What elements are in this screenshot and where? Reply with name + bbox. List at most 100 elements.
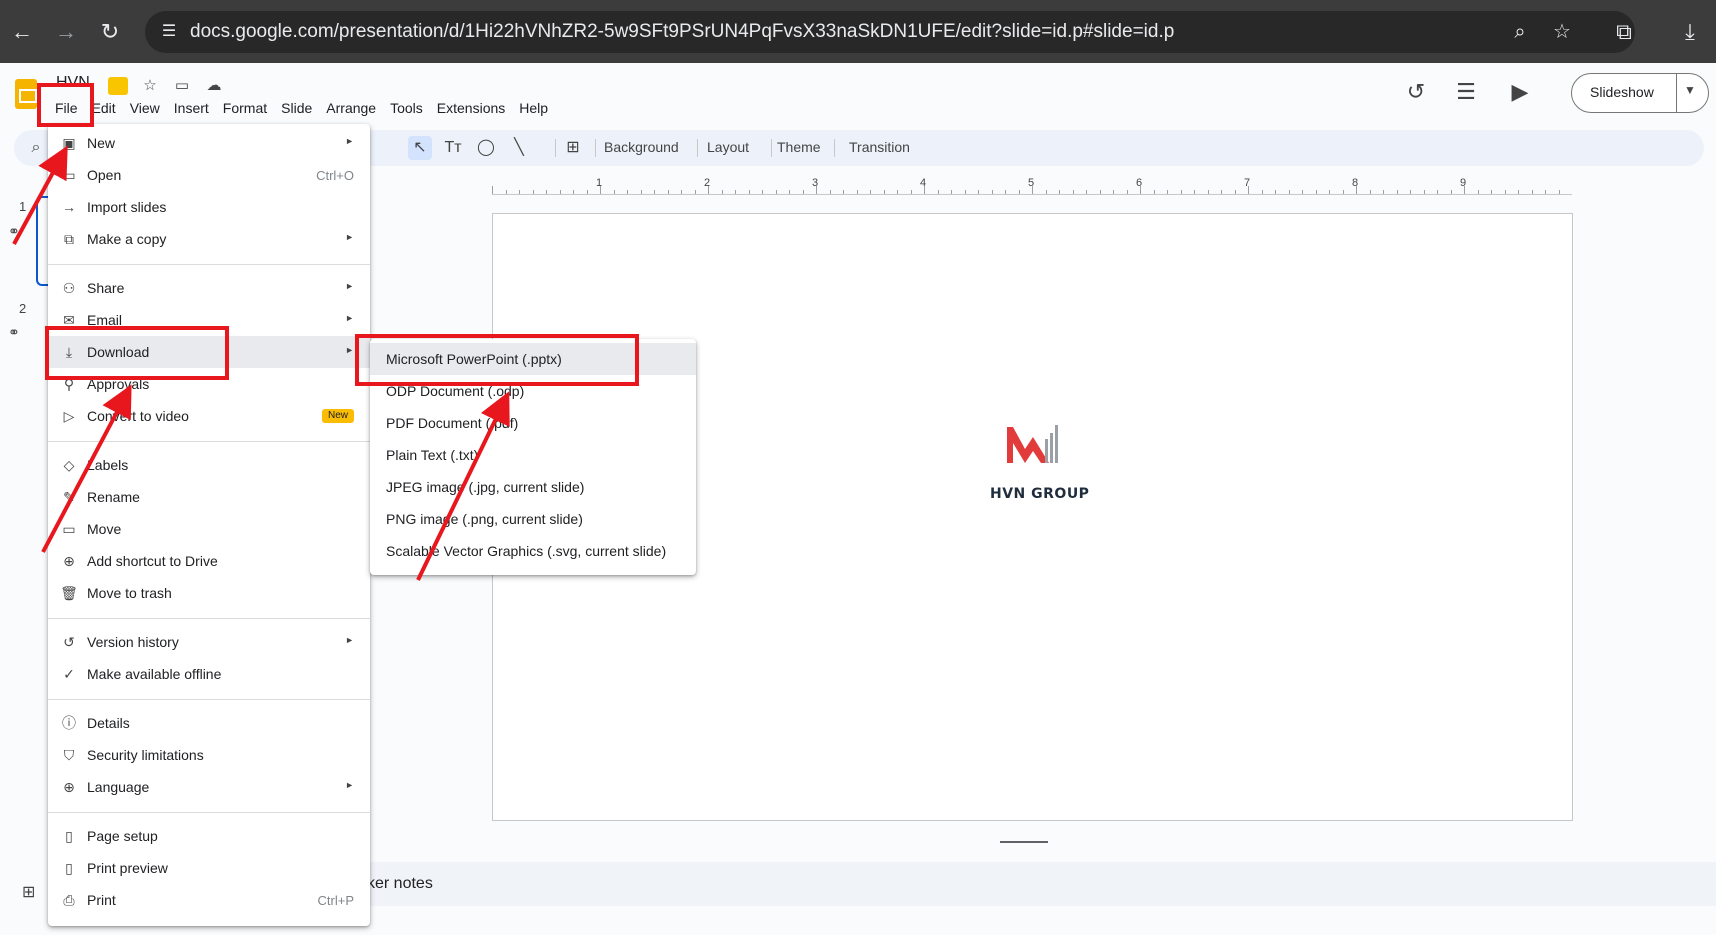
menu-item-print-preview[interactable]: ▯ Print preview (48, 852, 370, 884)
address-bar[interactable]: ☰ docs.google.com/presentation/d/1Hi22hV… (145, 11, 1635, 53)
menu-item-version-history[interactable]: ↺ Version history ► (48, 626, 370, 658)
speaker-notes-area[interactable] (338, 862, 1716, 906)
ruler-tick (1288, 190, 1290, 194)
ruler-tick (951, 190, 952, 194)
download-pdf[interactable]: PDF Document (.pdf) (370, 407, 696, 439)
menu-format[interactable]: Format (216, 97, 274, 119)
bookmark-star-icon[interactable]: ☆ (1549, 19, 1575, 45)
copy-icon: ⧉ (64, 231, 74, 247)
menu-view[interactable]: View (123, 97, 167, 119)
move-folder-icon[interactable]: ▭ (172, 77, 192, 95)
theme-button[interactable]: Theme (777, 139, 821, 155)
ruler-tick (1356, 186, 1357, 194)
globe-icon: ⊕ (63, 779, 75, 795)
menu-divider (48, 441, 370, 442)
background-button[interactable]: Background (604, 139, 679, 155)
ruler-tick (1099, 190, 1101, 194)
menu-item-rename[interactable]: ✎ Rename (48, 481, 370, 513)
speaker-notes-label[interactable]: ker notes (367, 875, 433, 893)
menu-item-label: New (87, 135, 116, 151)
shape-icon[interactable]: ◯ (474, 136, 498, 160)
ruler-tick (883, 190, 885, 194)
meet-camera-icon[interactable]: ▶ (1505, 77, 1535, 107)
download-png[interactable]: PNG image (.png, current slide) (370, 503, 696, 535)
horizontal-ruler: 1 2 3 4 5 6 7 8 9 (492, 175, 1572, 195)
version-history-icon[interactable]: ↺ (1401, 77, 1431, 107)
menu-item-make-copy[interactable]: ⧉ Make a copy ► (48, 223, 370, 255)
slide-thumbnail-1[interactable] (36, 196, 48, 286)
menu-item-print[interactable]: ⎙ Print Ctrl+P (48, 884, 370, 916)
grid-view-icon[interactable]: ⊞ (22, 882, 40, 901)
forward-icon[interactable]: → (52, 18, 80, 46)
menu-item-label: Labels (87, 457, 129, 473)
download-svg[interactable]: Scalable Vector Graphics (.svg, current … (370, 535, 696, 567)
star-icon[interactable]: ☆ (140, 77, 160, 95)
textbox-icon[interactable]: Tт (441, 136, 465, 160)
ruler-tick (667, 190, 669, 194)
zoom-icon[interactable]: ⌕ (1507, 19, 1533, 45)
reload-icon[interactable]: ↻ (96, 18, 124, 46)
notes-resize-handle[interactable] (1000, 841, 1048, 843)
line-icon[interactable]: ╲ (507, 136, 531, 160)
toolbar-divider (555, 139, 556, 157)
menu-insert[interactable]: Insert (167, 97, 216, 119)
menu-item-label: Page setup (87, 828, 158, 844)
hvn-logo (1007, 425, 1058, 463)
menu-item-details[interactable]: ⓘ Details (48, 707, 370, 739)
toolbar-divider (771, 139, 772, 157)
menu-tools[interactable]: Tools (383, 97, 430, 119)
menu-item-import-slides[interactable]: → Import slides (48, 191, 370, 223)
search-menus-icon[interactable]: ⌕ (24, 136, 48, 160)
cloud-status-icon[interactable]: ☁ (204, 77, 224, 95)
logo-red-mark (1007, 427, 1049, 463)
menu-item-add-shortcut[interactable]: ⊕ Add shortcut to Drive (48, 545, 370, 577)
url-text[interactable]: docs.google.com/presentation/d/1Hi22hVNh… (190, 21, 1174, 43)
menu-item-language[interactable]: ⊕ Language ► (48, 771, 370, 803)
download-txt[interactable]: Plain Text (.txt) (370, 439, 696, 471)
menu-bar: File Edit View Insert Format Slide Arran… (48, 97, 555, 119)
menu-item-move[interactable]: ▭ Move (48, 513, 370, 545)
submenu-arrow-icon: ► (345, 136, 354, 146)
chevron-down-icon[interactable]: ▼ (1684, 83, 1696, 97)
ruler-tick (1113, 190, 1114, 194)
menu-extensions[interactable]: Extensions (430, 97, 512, 119)
back-icon[interactable]: ← (8, 18, 36, 46)
import-icon: → (62, 199, 76, 215)
menu-arrange[interactable]: Arrange (319, 97, 383, 119)
menu-item-label: Language (87, 779, 150, 795)
comments-icon[interactable]: ☰ (1451, 77, 1481, 107)
site-info-icon[interactable]: ☰ (157, 20, 181, 44)
menu-slide[interactable]: Slide (274, 97, 319, 119)
menu-item-convert-video[interactable]: ▷ Convert to video New (48, 400, 370, 432)
menu-item-open[interactable]: ▭ Open Ctrl+O (48, 159, 370, 191)
menu-item-security[interactable]: ⛉ Security limitations (48, 739, 370, 771)
menu-divider (48, 264, 370, 265)
browser-toolbar: ← → ↻ ☰ docs.google.com/presentation/d/1… (0, 0, 1716, 63)
menu-help[interactable]: Help (512, 97, 555, 119)
download-jpg[interactable]: JPEG image (.jpg, current slide) (370, 471, 696, 503)
menu-item-new[interactable]: ▣ New ► (48, 127, 370, 159)
menu-item-share[interactable]: ⚇ Share ► (48, 272, 370, 304)
annotation-box-pptx (355, 334, 639, 386)
history-icon: ↺ (63, 634, 75, 650)
menu-item-offline[interactable]: ✓ Make available offline (48, 658, 370, 690)
ruler-tick (1167, 190, 1168, 194)
submenu-arrow-icon: ► (345, 345, 354, 355)
extensions-icon[interactable]: ⧉ (1610, 18, 1638, 46)
ruler-tick (1504, 190, 1506, 194)
ruler-tick (829, 190, 831, 194)
slideshow-button[interactable]: Slideshow ▼ (1571, 73, 1709, 113)
submenu-item-label: JPEG image (.jpg, current slide) (386, 479, 585, 495)
menu-item-labels[interactable]: ◇ Labels (48, 449, 370, 481)
layout-button[interactable]: Layout (707, 139, 749, 155)
menu-item-move-trash[interactable]: 🗑 Move to trash (48, 577, 370, 609)
slides-logo[interactable] (15, 79, 37, 109)
download-icon[interactable]: ⤓ (1676, 18, 1704, 46)
transition-button[interactable]: Transition (849, 139, 910, 155)
menu-item-page-setup[interactable]: ▯ Page setup (48, 820, 370, 852)
slideshow-label[interactable]: Slideshow (1590, 84, 1654, 100)
add-comment-icon[interactable]: ⊞ (561, 136, 585, 160)
ruler-tick (748, 190, 750, 194)
select-tool-icon[interactable]: ↖ (408, 136, 432, 160)
menu-item-label: Share (87, 280, 125, 296)
